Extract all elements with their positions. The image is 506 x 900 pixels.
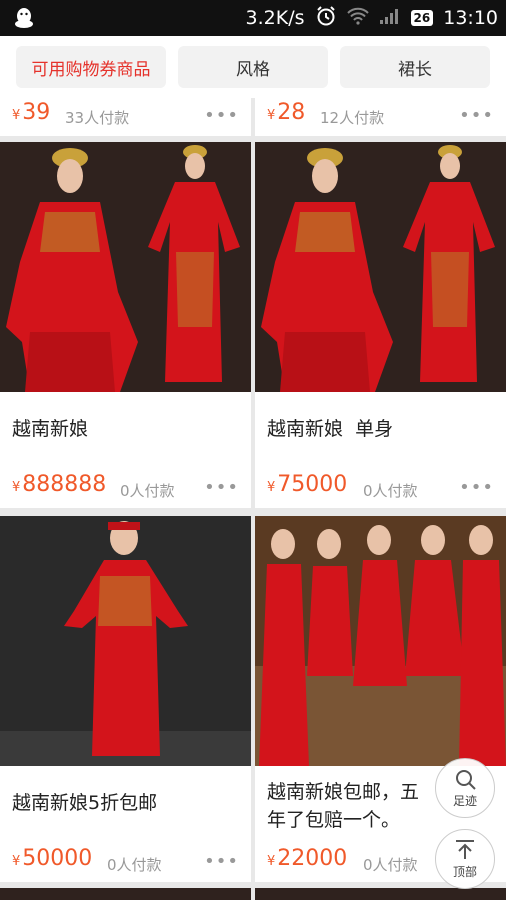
more-options-icon[interactable]: •••: [204, 477, 239, 498]
product-sold-count: 0人付款: [363, 482, 418, 500]
product-price: ¥22000: [267, 846, 348, 871]
product-title[interactable]: 越南新娘: [12, 415, 239, 443]
qq-penguin-icon: [12, 7, 36, 29]
product-card[interactable]: 越南新娘5折包邮 ¥50000 0人付款 •••: [0, 516, 251, 882]
product-card[interactable]: [0, 888, 251, 900]
more-options-icon[interactable]: •••: [204, 851, 239, 872]
product-grid: ¥39 33人付款 ••• ¥28 12人付款 ••• 越南新娘 ¥888888: [0, 98, 506, 900]
back-to-top-label: 顶部: [452, 864, 477, 879]
product-title[interactable]: 越南新娘5折包邮: [12, 789, 239, 817]
footprint-icon: [456, 769, 476, 790]
wifi-icon: [346, 7, 369, 30]
alarm-icon: [315, 5, 337, 32]
product-image[interactable]: [255, 516, 506, 766]
product-card[interactable]: 越南新娘 ¥888888 0人付款 •••: [0, 142, 251, 508]
product-sold-count: 0人付款: [107, 856, 162, 874]
product-title[interactable]: 越南新娘 单身: [267, 415, 494, 443]
product-price: ¥39: [12, 100, 51, 125]
product-price: ¥888888: [12, 472, 107, 497]
footprint-button[interactable]: 足迹: [435, 758, 495, 818]
footprint-label: 足迹: [452, 793, 477, 808]
product-card[interactable]: ¥39 33人付款 •••: [0, 98, 251, 136]
product-title[interactable]: 越南新娘包邮，五年了包赔一个。: [267, 778, 436, 834]
product-image[interactable]: [255, 142, 506, 392]
signal-icon: [379, 7, 401, 30]
product-sold-count: 0人付款: [363, 856, 418, 874]
product-card[interactable]: 越南新娘 单身 ¥75000 0人付款 •••: [255, 142, 506, 508]
product-card[interactable]: ¥28 12人付款 •••: [255, 98, 506, 136]
network-speed: 3.2K/s: [245, 7, 305, 29]
filter-bar: 可用购物券商品 风格 裙长: [0, 36, 506, 98]
product-price: ¥75000: [267, 472, 348, 497]
battery-icon: 26: [410, 10, 434, 26]
status-bar: 3.2K/s 26 13:10: [0, 0, 506, 36]
product-sold-count: 33人付款: [65, 109, 130, 127]
filter-coupon-button[interactable]: 可用购物券商品: [16, 46, 166, 88]
product-sold-count: 12人付款: [320, 109, 385, 127]
more-options-icon[interactable]: •••: [204, 105, 239, 126]
clock: 13:10: [443, 7, 498, 29]
product-image[interactable]: [0, 516, 251, 766]
product-card[interactable]: [255, 888, 506, 900]
more-options-icon[interactable]: •••: [459, 477, 494, 498]
product-card[interactable]: 越南新娘包邮，五年了包赔一个。 ¥22000 0人付款: [255, 516, 506, 882]
filter-length-button[interactable]: 裙长: [340, 46, 490, 88]
filter-style-button[interactable]: 风格: [178, 46, 328, 88]
product-price: ¥28: [267, 100, 306, 125]
arrow-up-icon: [456, 839, 474, 859]
more-options-icon[interactable]: •••: [459, 105, 494, 126]
product-sold-count: 0人付款: [120, 482, 175, 500]
back-to-top-button[interactable]: 顶部: [435, 829, 495, 889]
product-image[interactable]: [0, 142, 251, 392]
product-price: ¥50000: [12, 846, 93, 871]
